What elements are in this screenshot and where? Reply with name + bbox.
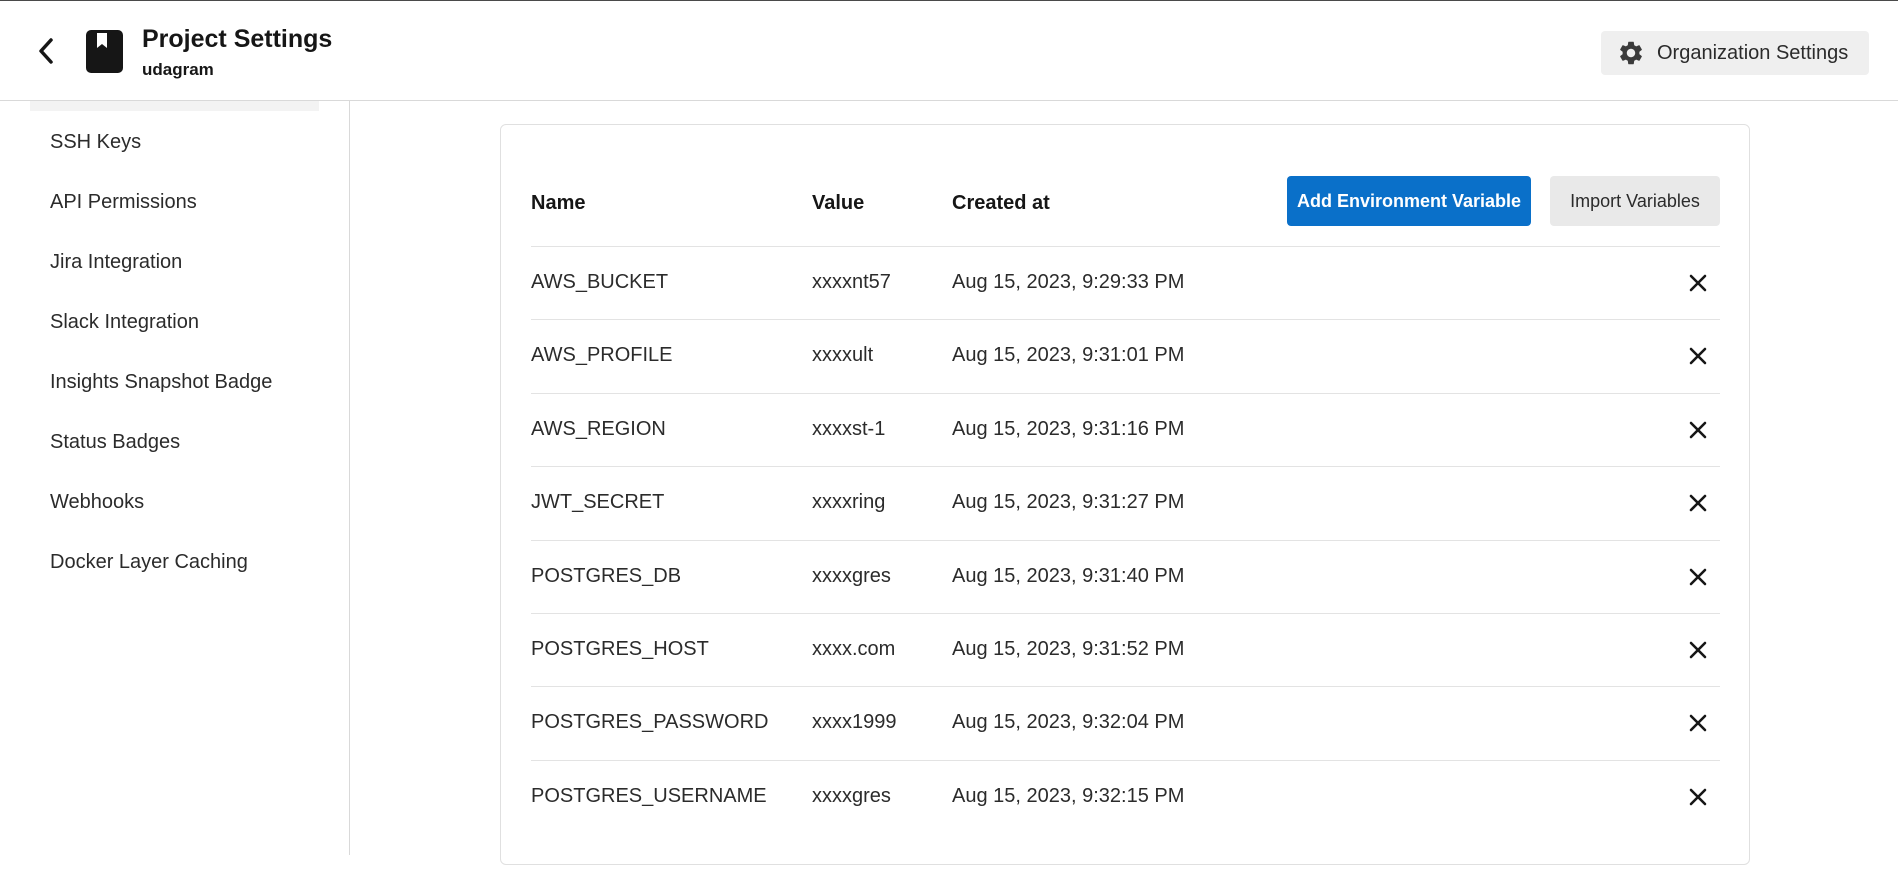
table-row: POSTGRES_PASSWORD xxxx1999 Aug 15, 2023,…	[531, 686, 1720, 759]
table-row: JWT_SECRET xxxxring Aug 15, 2023, 9:31:2…	[531, 466, 1720, 539]
column-header-created-at: Created at	[952, 192, 1050, 214]
gear-icon	[1617, 39, 1645, 67]
project-icon	[86, 30, 123, 73]
table-row: POSTGRES_HOST xxxx.com Aug 15, 2023, 9:3…	[531, 612, 1720, 686]
sidebar-item-webhooks[interactable]: Webhooks	[50, 491, 144, 514]
close-icon	[1689, 641, 1707, 659]
close-icon	[1689, 421, 1707, 439]
import-variables-button[interactable]: Import Variables	[1550, 176, 1720, 226]
close-icon	[1689, 788, 1707, 806]
variable-name: AWS_REGION	[531, 417, 666, 440]
variable-value: xxxxgres	[812, 564, 891, 587]
sidebar-active-item[interactable]	[30, 101, 319, 111]
variable-name: POSTGRES_DB	[531, 564, 682, 587]
table-row: POSTGRES_DB xxxxgres Aug 15, 2023, 9:31:…	[531, 539, 1720, 613]
environment-variables-card: Name Value Created at Add Environment Va…	[500, 124, 1750, 865]
variable-value: xxxx1999	[812, 711, 897, 734]
organization-settings-label: Organization Settings	[1657, 41, 1849, 64]
table-row: POSTGRES_USERNAME xxxxgres Aug 15, 2023,…	[531, 759, 1720, 833]
variable-name: JWT_SECRET	[531, 491, 665, 514]
variable-created-at: Aug 15, 2023, 9:31:52 PM	[952, 637, 1185, 660]
delete-variable-button[interactable]	[1684, 563, 1712, 591]
sidebar-item-ssh-keys[interactable]: SSH Keys	[50, 131, 141, 154]
column-header-value: Value	[812, 192, 865, 214]
sidebar: SSH Keys API Permissions Jira Integratio…	[0, 101, 350, 855]
variable-created-at: Aug 15, 2023, 9:31:01 PM	[952, 344, 1185, 367]
variable-created-at: Aug 15, 2023, 9:31:27 PM	[952, 491, 1185, 514]
chevron-left-icon	[39, 38, 53, 64]
delete-variable-button[interactable]	[1684, 489, 1712, 517]
variable-value: xxxxst-1	[812, 417, 886, 440]
organization-settings-button[interactable]: Organization Settings	[1601, 31, 1869, 75]
delete-variable-button[interactable]	[1684, 783, 1712, 811]
environment-variables-table: AWS_BUCKET xxxxnt57 Aug 15, 2023, 9:29:3…	[531, 246, 1720, 833]
sidebar-item-status-badges[interactable]: Status Badges	[50, 431, 180, 454]
variable-value: xxxxult	[812, 344, 874, 367]
page-title: Project Settings	[142, 25, 333, 53]
sidebar-item-jira-integration[interactable]: Jira Integration	[50, 251, 182, 274]
back-button[interactable]	[28, 33, 64, 69]
add-environment-variable-button[interactable]: Add Environment Variable	[1287, 176, 1531, 226]
close-icon	[1689, 715, 1707, 732]
variable-name: AWS_BUCKET	[531, 271, 669, 293]
table-row: AWS_PROFILE xxxxult Aug 15, 2023, 9:31:0…	[531, 319, 1720, 392]
variable-created-at: Aug 15, 2023, 9:32:04 PM	[952, 711, 1185, 734]
delete-variable-button[interactable]	[1684, 269, 1712, 297]
variable-created-at: Aug 15, 2023, 9:32:15 PM	[952, 784, 1185, 807]
top-bar: Project Settings udagram Organization Se…	[0, 0, 1898, 101]
delete-variable-button[interactable]	[1684, 636, 1712, 664]
variable-value: xxxxring	[812, 491, 886, 514]
column-header-name: Name	[531, 192, 586, 214]
close-icon	[1689, 348, 1707, 365]
project-name: udagram	[142, 60, 214, 79]
variable-name: POSTGRES_HOST	[531, 637, 709, 660]
variable-name: POSTGRES_USERNAME	[531, 784, 767, 807]
sidebar-item-slack-integration[interactable]: Slack Integration	[50, 311, 199, 334]
table-row: AWS_BUCKET xxxxnt57 Aug 15, 2023, 9:29:3…	[531, 246, 1720, 319]
close-icon	[1689, 274, 1707, 292]
bookmark-icon	[86, 30, 123, 73]
variable-name: POSTGRES_PASSWORD	[531, 711, 769, 734]
sidebar-item-docker-layer-caching[interactable]: Docker Layer Caching	[50, 551, 248, 574]
variable-created-at: Aug 15, 2023, 9:31:16 PM	[952, 417, 1185, 440]
delete-variable-button[interactable]	[1684, 342, 1712, 370]
variable-name: AWS_PROFILE	[531, 344, 673, 367]
close-icon	[1689, 494, 1707, 512]
close-icon	[1689, 568, 1707, 585]
variable-created-at: Aug 15, 2023, 9:29:33 PM	[952, 271, 1185, 293]
sidebar-item-insights-snapshot-badge[interactable]: Insights Snapshot Badge	[50, 371, 272, 394]
variable-value: xxxxnt57	[812, 271, 891, 293]
variable-value: xxxxgres	[812, 784, 891, 807]
delete-variable-button[interactable]	[1684, 416, 1712, 444]
sidebar-item-api-permissions[interactable]: API Permissions	[50, 191, 197, 214]
delete-variable-button[interactable]	[1684, 709, 1712, 737]
variable-value: xxxx.com	[812, 637, 896, 660]
table-row: AWS_REGION xxxxst-1 Aug 15, 2023, 9:31:1…	[531, 392, 1720, 466]
variable-created-at: Aug 15, 2023, 9:31:40 PM	[952, 564, 1185, 587]
